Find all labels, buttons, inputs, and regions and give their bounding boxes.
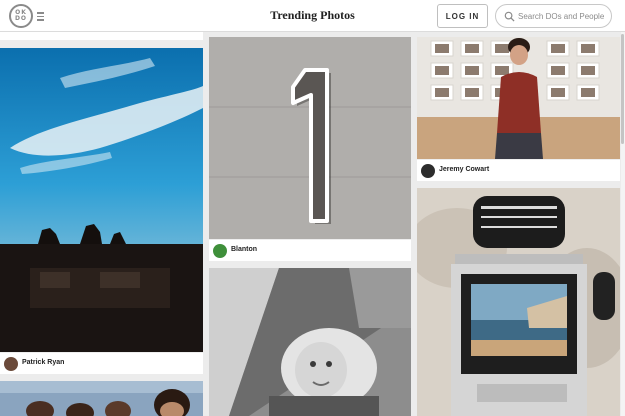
photo-caption: Patrick Ryan <box>0 352 203 374</box>
photo-card[interactable]: Jeremy Cowart <box>417 37 620 181</box>
photo-author[interactable]: Jeremy Cowart <box>439 166 489 173</box>
search-box[interactable] <box>495 4 612 28</box>
photo-image[interactable] <box>417 37 620 159</box>
top-header: OKDO Trending Photos LOG IN <box>0 0 625 32</box>
avatar[interactable] <box>421 164 435 178</box>
photo-card-partial[interactable] <box>0 32 203 40</box>
photo-author[interactable]: Patrick Ryan <box>22 359 64 366</box>
photo-image[interactable] <box>0 48 203 352</box>
photo-image[interactable] <box>209 37 411 239</box>
login-button[interactable]: LOG IN <box>437 4 488 28</box>
photo-card[interactable]: Blanton <box>209 37 411 261</box>
logo-text: OKDO <box>14 9 28 22</box>
photo-card[interactable]: Patrick Ryan <box>0 48 203 374</box>
avatar[interactable] <box>213 244 227 258</box>
avatar[interactable] <box>4 357 18 371</box>
okdo-logo-icon[interactable]: OKDO <box>9 4 33 28</box>
photo-caption: Jeremy Cowart <box>417 159 620 181</box>
photo-card[interactable] <box>0 381 203 416</box>
photo-caption: Blanton <box>209 239 411 261</box>
photo-card[interactable] <box>417 188 620 416</box>
search-icon <box>504 11 515 22</box>
photo-image[interactable] <box>209 268 411 416</box>
photo-image[interactable] <box>0 381 203 416</box>
photo-image[interactable] <box>417 188 620 416</box>
photo-author[interactable]: Blanton <box>231 246 257 253</box>
page: OKDO Trending Photos LOG IN Search DOs a… <box>0 0 625 416</box>
scrollbar-thumb[interactable] <box>621 34 624 144</box>
photo-card[interactable] <box>209 268 411 416</box>
search-input[interactable] <box>518 8 610 24</box>
hamburger-menu-icon[interactable] <box>37 12 44 21</box>
